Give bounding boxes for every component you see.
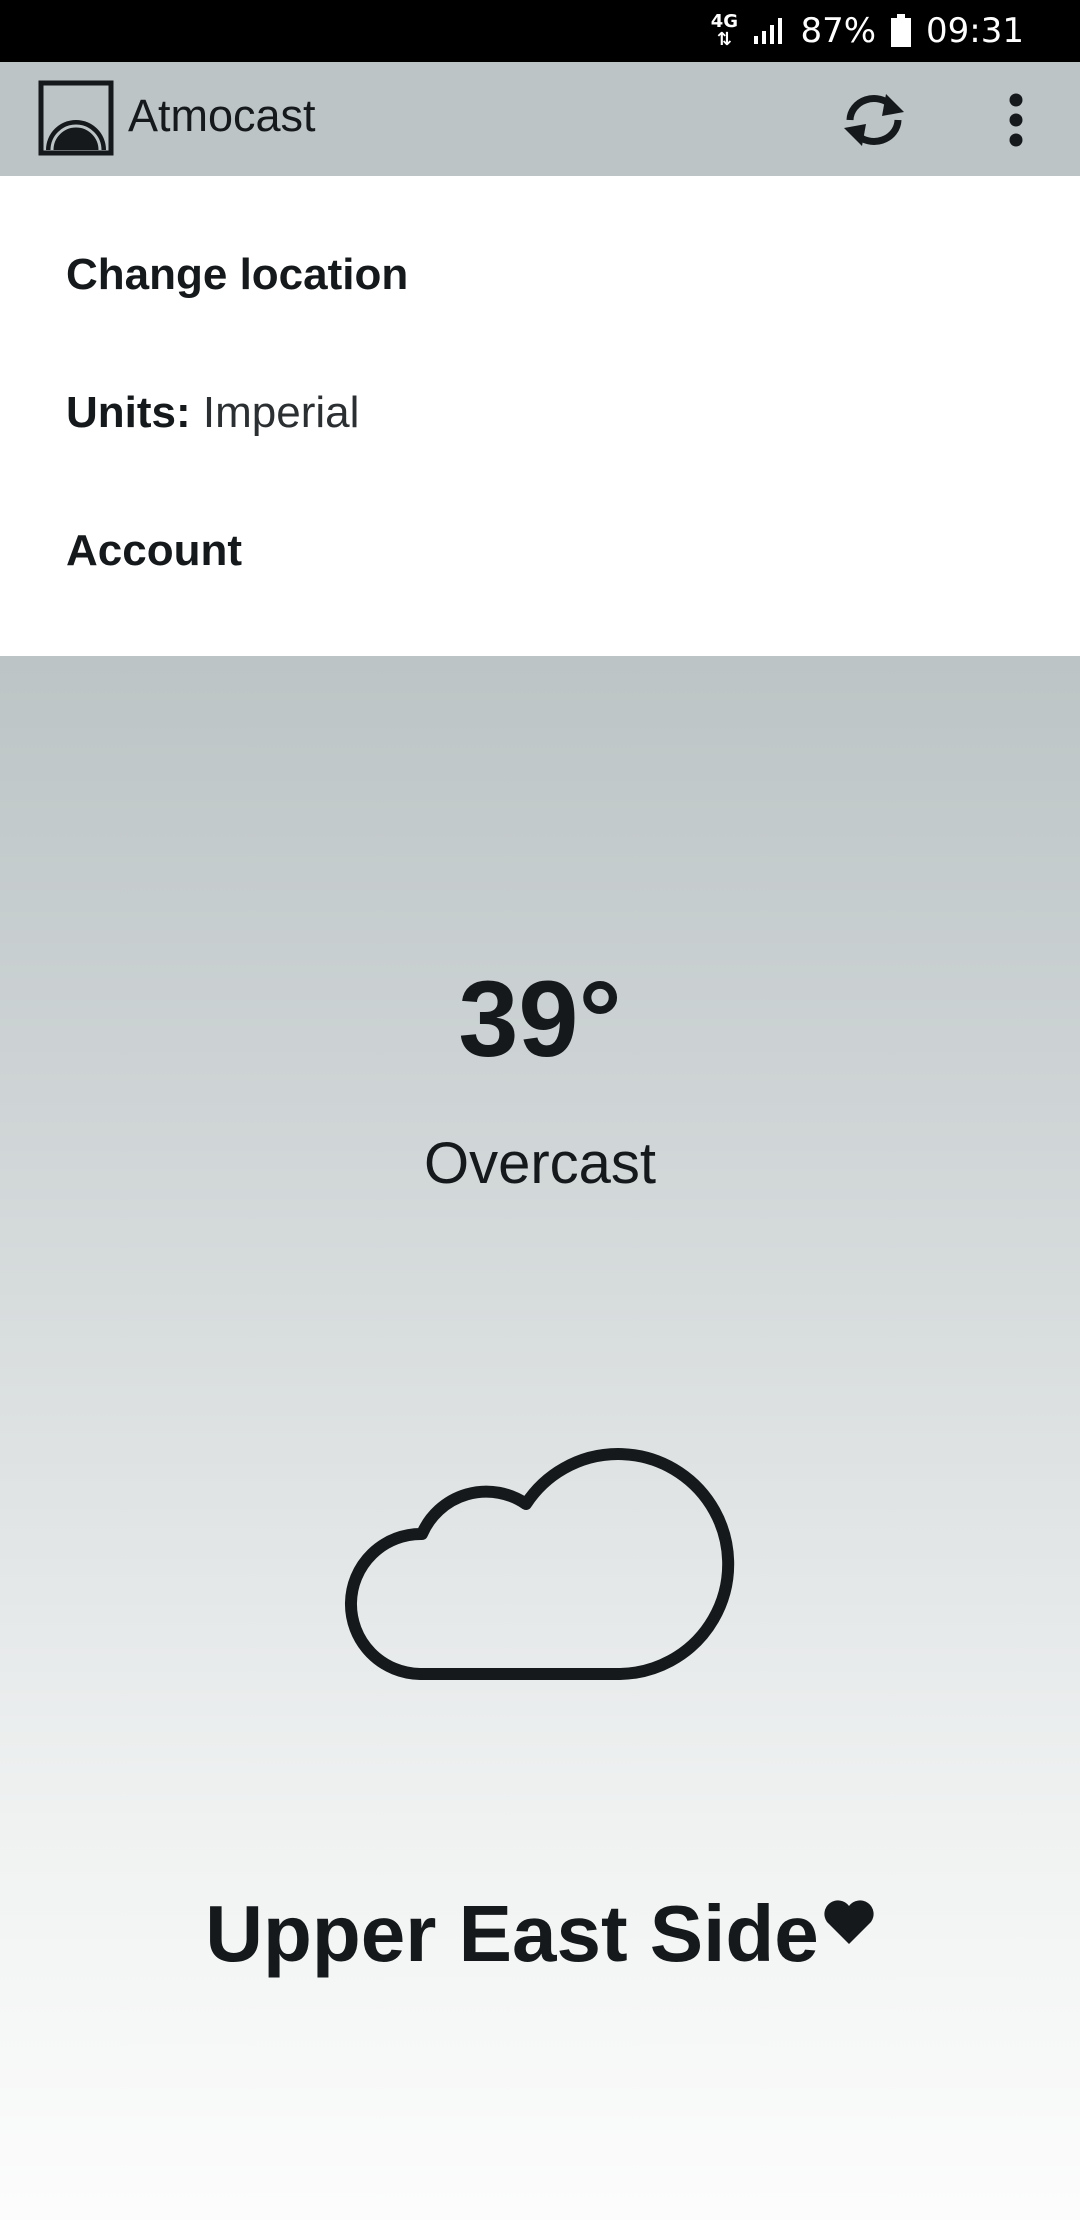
battery-percent: 87% bbox=[800, 11, 877, 51]
more-options-button[interactable] bbox=[990, 88, 1042, 152]
settings-panel: Change location Units: Imperial Account bbox=[0, 176, 1080, 656]
account-label: Account bbox=[66, 526, 242, 575]
account-item[interactable]: Account bbox=[66, 526, 242, 576]
units-item[interactable]: Units: Imperial bbox=[66, 388, 359, 438]
heart-icon[interactable] bbox=[823, 1898, 875, 1946]
units-value: Imperial bbox=[202, 388, 360, 437]
clock: 09:31 bbox=[926, 11, 1024, 51]
location-name: Upper East Side bbox=[205, 1889, 819, 1978]
location-row: Upper East Side bbox=[0, 1888, 1080, 1980]
app-title: Atmocast bbox=[128, 90, 316, 141]
change-location-label: Change location bbox=[66, 250, 409, 299]
signal-icon bbox=[754, 18, 783, 44]
refresh-button[interactable] bbox=[834, 88, 914, 152]
network-type: 4G bbox=[710, 11, 739, 32]
app-logo-icon bbox=[38, 80, 114, 156]
more-vert-icon bbox=[1009, 93, 1023, 147]
app-bar: Atmocast bbox=[0, 62, 1080, 176]
battery-icon bbox=[891, 14, 912, 47]
refresh-icon bbox=[844, 94, 904, 146]
units-label: Units: bbox=[66, 388, 191, 437]
condition-text: Overcast bbox=[423, 1131, 657, 1196]
status-bar: 4G ⇅ 87% 09:31 bbox=[0, 0, 1080, 62]
weather-area: 39° Overcast Upper East Side bbox=[0, 656, 1080, 2220]
network-4g-icon: 4G ⇅ bbox=[710, 11, 739, 50]
temperature: 39° bbox=[458, 958, 622, 1079]
cloud-icon bbox=[345, 1448, 735, 1680]
change-location-item[interactable]: Change location bbox=[66, 250, 408, 300]
